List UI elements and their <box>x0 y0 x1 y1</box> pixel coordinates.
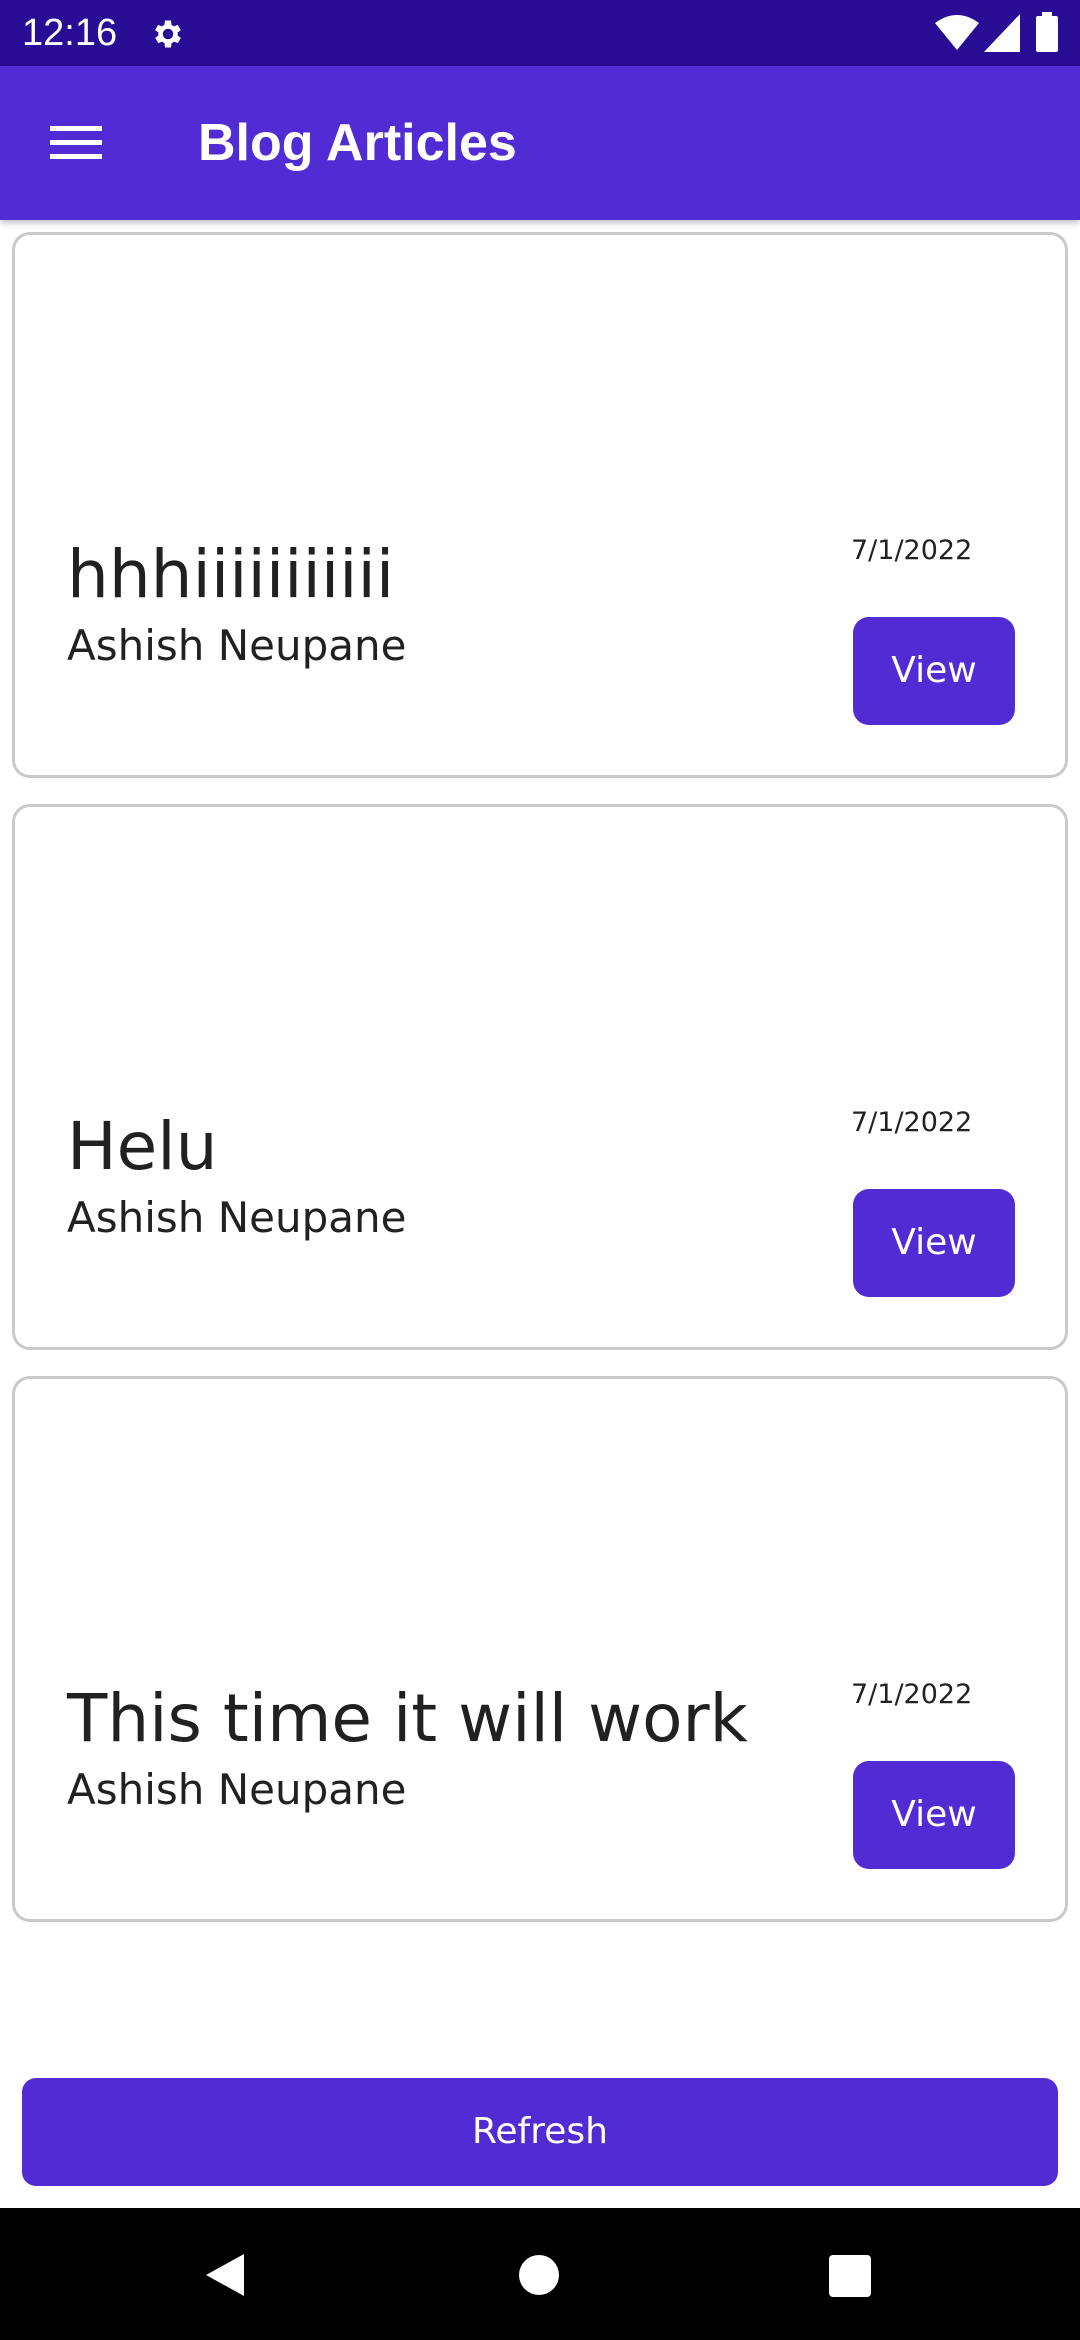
article-date: 7/1/2022 <box>851 1679 973 1710</box>
view-button[interactable]: View <box>853 1761 1015 1869</box>
article-author: Ashish Neupane <box>67 1765 407 1814</box>
home-icon[interactable] <box>518 2254 560 2296</box>
article-card: This time it will work Ashish Neupane 7/… <box>12 1376 1068 1922</box>
status-time: 12:16 <box>22 12 118 54</box>
article-author: Ashish Neupane <box>67 621 407 670</box>
article-title: Helu <box>67 1108 218 1185</box>
article-card: Helu Ashish Neupane 7/1/2022 View <box>12 804 1068 1350</box>
battery-icon <box>1036 12 1058 52</box>
article-date: 7/1/2022 <box>851 535 973 566</box>
gear-icon <box>155 20 181 48</box>
article-title: hhhiiiiiiiiiii <box>67 536 395 613</box>
wifi-icon <box>935 15 979 50</box>
app-bar: Blog Articles <box>0 66 1080 220</box>
article-date: 7/1/2022 <box>851 1107 973 1138</box>
recents-icon[interactable] <box>828 2254 872 2298</box>
article-card: hhhiiiiiiiiiii Ashish Neupane 7/1/2022 V… <box>12 232 1068 778</box>
back-icon[interactable] <box>202 2252 248 2298</box>
refresh-button[interactable]: Refresh <box>22 2078 1058 2186</box>
system-nav-bar <box>0 2208 1080 2340</box>
hamburger-menu-icon[interactable] <box>40 116 114 170</box>
article-title: This time it will work <box>67 1680 748 1757</box>
view-button[interactable]: View <box>853 617 1015 725</box>
article-author: Ashish Neupane <box>67 1193 407 1242</box>
page-title: Blog Articles <box>198 114 517 172</box>
status-bar: 12:16 <box>0 0 1080 66</box>
view-button[interactable]: View <box>853 1189 1015 1297</box>
signal-icon <box>984 14 1020 52</box>
